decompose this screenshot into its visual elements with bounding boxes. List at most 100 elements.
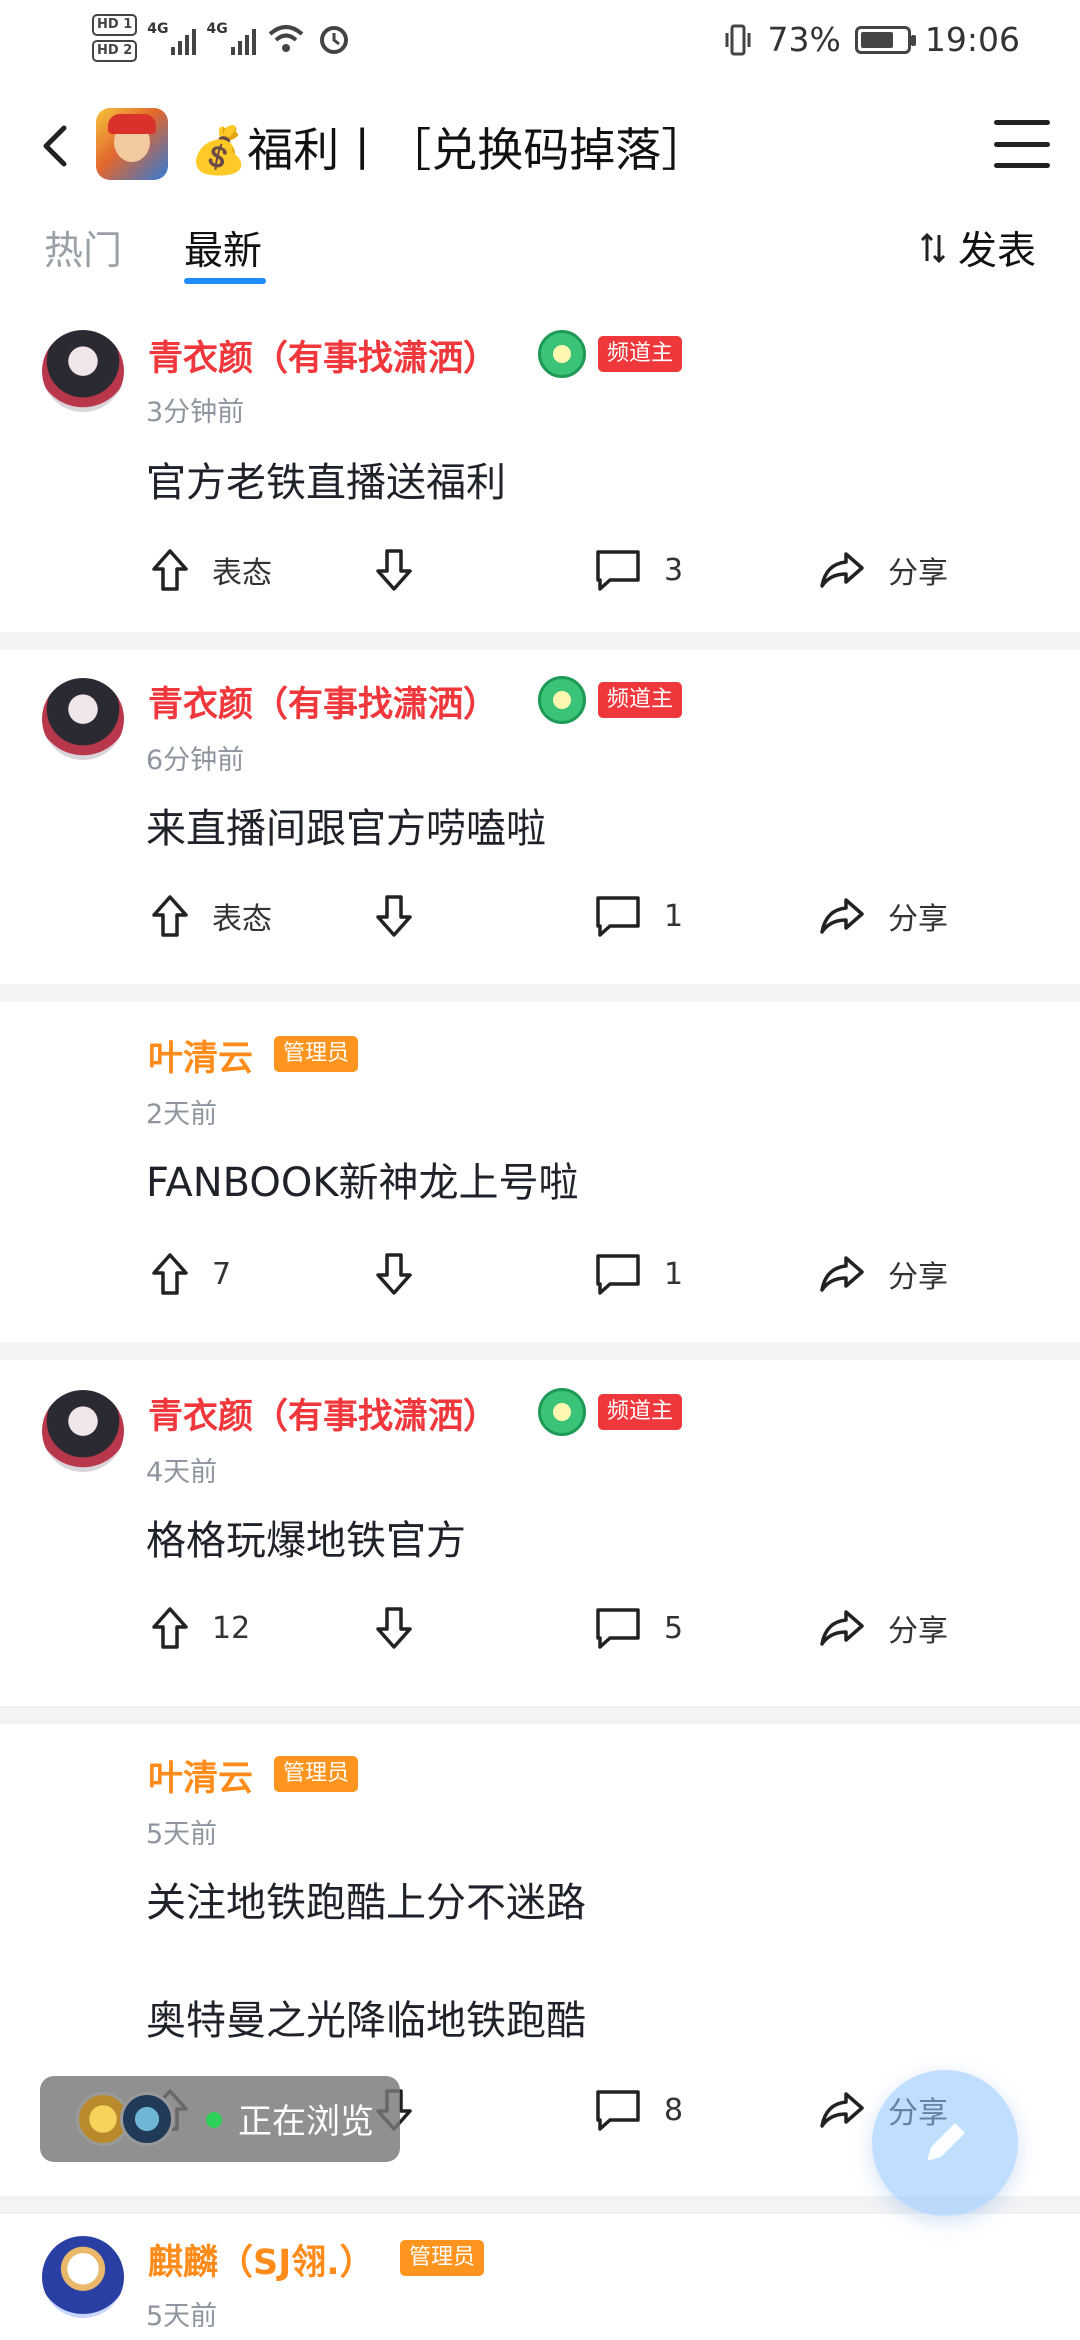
share-icon: [820, 898, 864, 934]
tab-hot[interactable]: 热门: [44, 220, 122, 276]
upvote-button[interactable]: 表态: [150, 540, 272, 600]
comment-button[interactable]: 1: [594, 1244, 683, 1304]
back-arrow-icon[interactable]: [28, 116, 84, 176]
post-time: 4天前: [146, 1457, 218, 1488]
upvote-button[interactable]: 12: [150, 1598, 250, 1658]
tab-new[interactable]: 最新: [184, 220, 262, 276]
comment-count: 3: [664, 552, 684, 588]
upvote-count: 表态: [212, 902, 272, 937]
downvote-button[interactable]: [374, 886, 414, 946]
share-button[interactable]: 分享: [818, 886, 948, 946]
role-badge: 频道主: [598, 336, 683, 372]
action-bar: 表态 3 分享: [0, 540, 1080, 600]
comment-count: 5: [664, 1610, 684, 1646]
post-card[interactable]: 青衣颜（有事找潇洒） 频道主 6分钟前 来直播间跟官方唠嗑啦 表态 1 分享: [0, 650, 1080, 984]
tab-indicator: [184, 278, 266, 284]
share-icon: [820, 552, 864, 588]
post-time: 5天前: [146, 1819, 218, 1850]
author-name[interactable]: 叶清云: [148, 1030, 253, 1081]
tab-bar: 热门 最新 发表: [0, 206, 1080, 300]
hd-icons: HD 1 HD 2: [92, 14, 138, 62]
status-left: HD 1 HD 2 4G 4G: [92, 14, 352, 62]
hd2-icon: HD 2: [92, 40, 138, 62]
role-badge: 管理员: [400, 2240, 485, 2276]
wifi-icon: [268, 25, 304, 52]
share-label: 分享: [888, 902, 948, 937]
menu-icon[interactable]: [994, 120, 1050, 168]
battery-percent: 73%: [767, 20, 841, 59]
downvote-icon: [376, 549, 412, 591]
share-icon: [820, 1256, 864, 1292]
flower-badge-icon: [538, 676, 586, 724]
share-icon: [820, 2092, 864, 2128]
vibrate-icon: [725, 24, 751, 55]
upvote-count: 7: [212, 1256, 232, 1292]
sort-icon: [920, 232, 946, 264]
post-feed: 青衣颜（有事找潇洒） 频道主 3分钟前 官方老铁直播送福利 表态 3 分享 青衣…: [0, 300, 1080, 2340]
comment-button[interactable]: 1: [594, 886, 683, 946]
post-content[interactable]: FANBOOK新神龙上号啦: [146, 1150, 579, 1208]
hd1-icon: HD 1: [92, 14, 138, 36]
comment-icon: [596, 2090, 640, 2131]
role-badge: 频道主: [598, 1394, 683, 1430]
author-name[interactable]: 青衣颜（有事找潇洒）: [148, 676, 498, 727]
share-button[interactable]: 分享: [818, 1598, 948, 1658]
downvote-button[interactable]: [374, 1244, 414, 1304]
viewer-avatar: [120, 2092, 174, 2146]
role-badge: 频道主: [598, 682, 683, 718]
post-card[interactable]: 青衣颜（有事找潇洒） 频道主 3分钟前 官方老铁直播送福利 表态 3 分享: [0, 300, 1080, 632]
comment-count: 1: [664, 1256, 684, 1292]
action-bar: 12 5 分享: [0, 1598, 1080, 1658]
avatar[interactable]: [42, 2236, 124, 2318]
post-content[interactable]: 关注地铁跑酷上分不迷路: [146, 1870, 586, 1928]
author-name[interactable]: 青衣颜（有事找潇洒）: [148, 1388, 498, 1439]
upvote-icon: [152, 895, 188, 937]
post-content[interactable]: 来直播间跟官方唠嗑啦: [146, 796, 546, 854]
post-card[interactable]: 叶清云 管理员 2天前 FANBOOK新神龙上号啦 7 1 分享: [0, 1002, 1080, 1342]
game-icon[interactable]: [96, 108, 168, 180]
downvote-icon: [376, 1607, 412, 1649]
upvote-button[interactable]: 表态: [150, 886, 272, 946]
share-label: 分享: [888, 1614, 948, 1649]
post-time: 6分钟前: [146, 745, 245, 776]
comment-button[interactable]: 5: [594, 1598, 683, 1658]
author-name[interactable]: 青衣颜（有事找潇洒）: [148, 330, 498, 381]
share-button[interactable]: 分享: [818, 540, 948, 600]
signal-icon-2: 4G: [206, 21, 256, 55]
post-content[interactable]: 官方老铁直播送福利: [146, 450, 506, 508]
online-dot-icon: [206, 2112, 222, 2128]
post-button[interactable]: 发表: [920, 220, 1036, 276]
share-button[interactable]: 分享: [818, 1244, 948, 1304]
post-card[interactable]: 麒麟（SJ翎.） 管理员 5天前: [0, 2214, 1080, 2340]
downvote-button[interactable]: [374, 1598, 414, 1658]
post-time: 5天前: [146, 2301, 218, 2332]
flower-badge-icon: [538, 330, 586, 378]
browsing-label: 正在浏览: [238, 2102, 374, 2142]
browsing-indicator[interactable]: 正在浏览: [40, 2076, 400, 2162]
avatar[interactable]: [42, 678, 124, 760]
upvote-icon: [152, 1607, 188, 1649]
alarm-icon: [319, 26, 348, 54]
author-name[interactable]: 麒麟（SJ翎.）: [148, 2234, 375, 2285]
post-content-line2[interactable]: 奥特曼之光降临地铁跑酷: [146, 1988, 586, 2046]
post-card[interactable]: 青衣颜（有事找潇洒） 频道主 4天前 格格玩爆地铁官方 12 5 分享: [0, 1360, 1080, 1706]
upvote-count: 表态: [212, 556, 272, 591]
top-bar: 💰福利丨［兑换码掉落］: [0, 86, 1080, 206]
clock: 19:06: [924, 20, 1020, 59]
share-label: 分享: [888, 556, 948, 591]
avatar[interactable]: [42, 1390, 124, 1472]
compose-button[interactable]: [872, 2070, 1018, 2216]
signal-icon-1: 4G: [147, 21, 197, 55]
post-content[interactable]: 格格玩爆地铁官方: [146, 1508, 466, 1566]
comment-button[interactable]: 8: [594, 2080, 683, 2140]
comment-icon: [596, 1254, 640, 1295]
battery-icon: [854, 25, 916, 54]
action-bar: 7 1 分享: [0, 1244, 1080, 1304]
author-name[interactable]: 叶清云: [148, 1750, 253, 1801]
share-icon: [820, 1610, 864, 1646]
downvote-button[interactable]: [374, 540, 414, 600]
upvote-button[interactable]: 7: [150, 1244, 231, 1304]
action-bar: 表态 1 分享: [0, 886, 1080, 946]
avatar[interactable]: [42, 330, 124, 412]
comment-button[interactable]: 3: [594, 540, 683, 600]
